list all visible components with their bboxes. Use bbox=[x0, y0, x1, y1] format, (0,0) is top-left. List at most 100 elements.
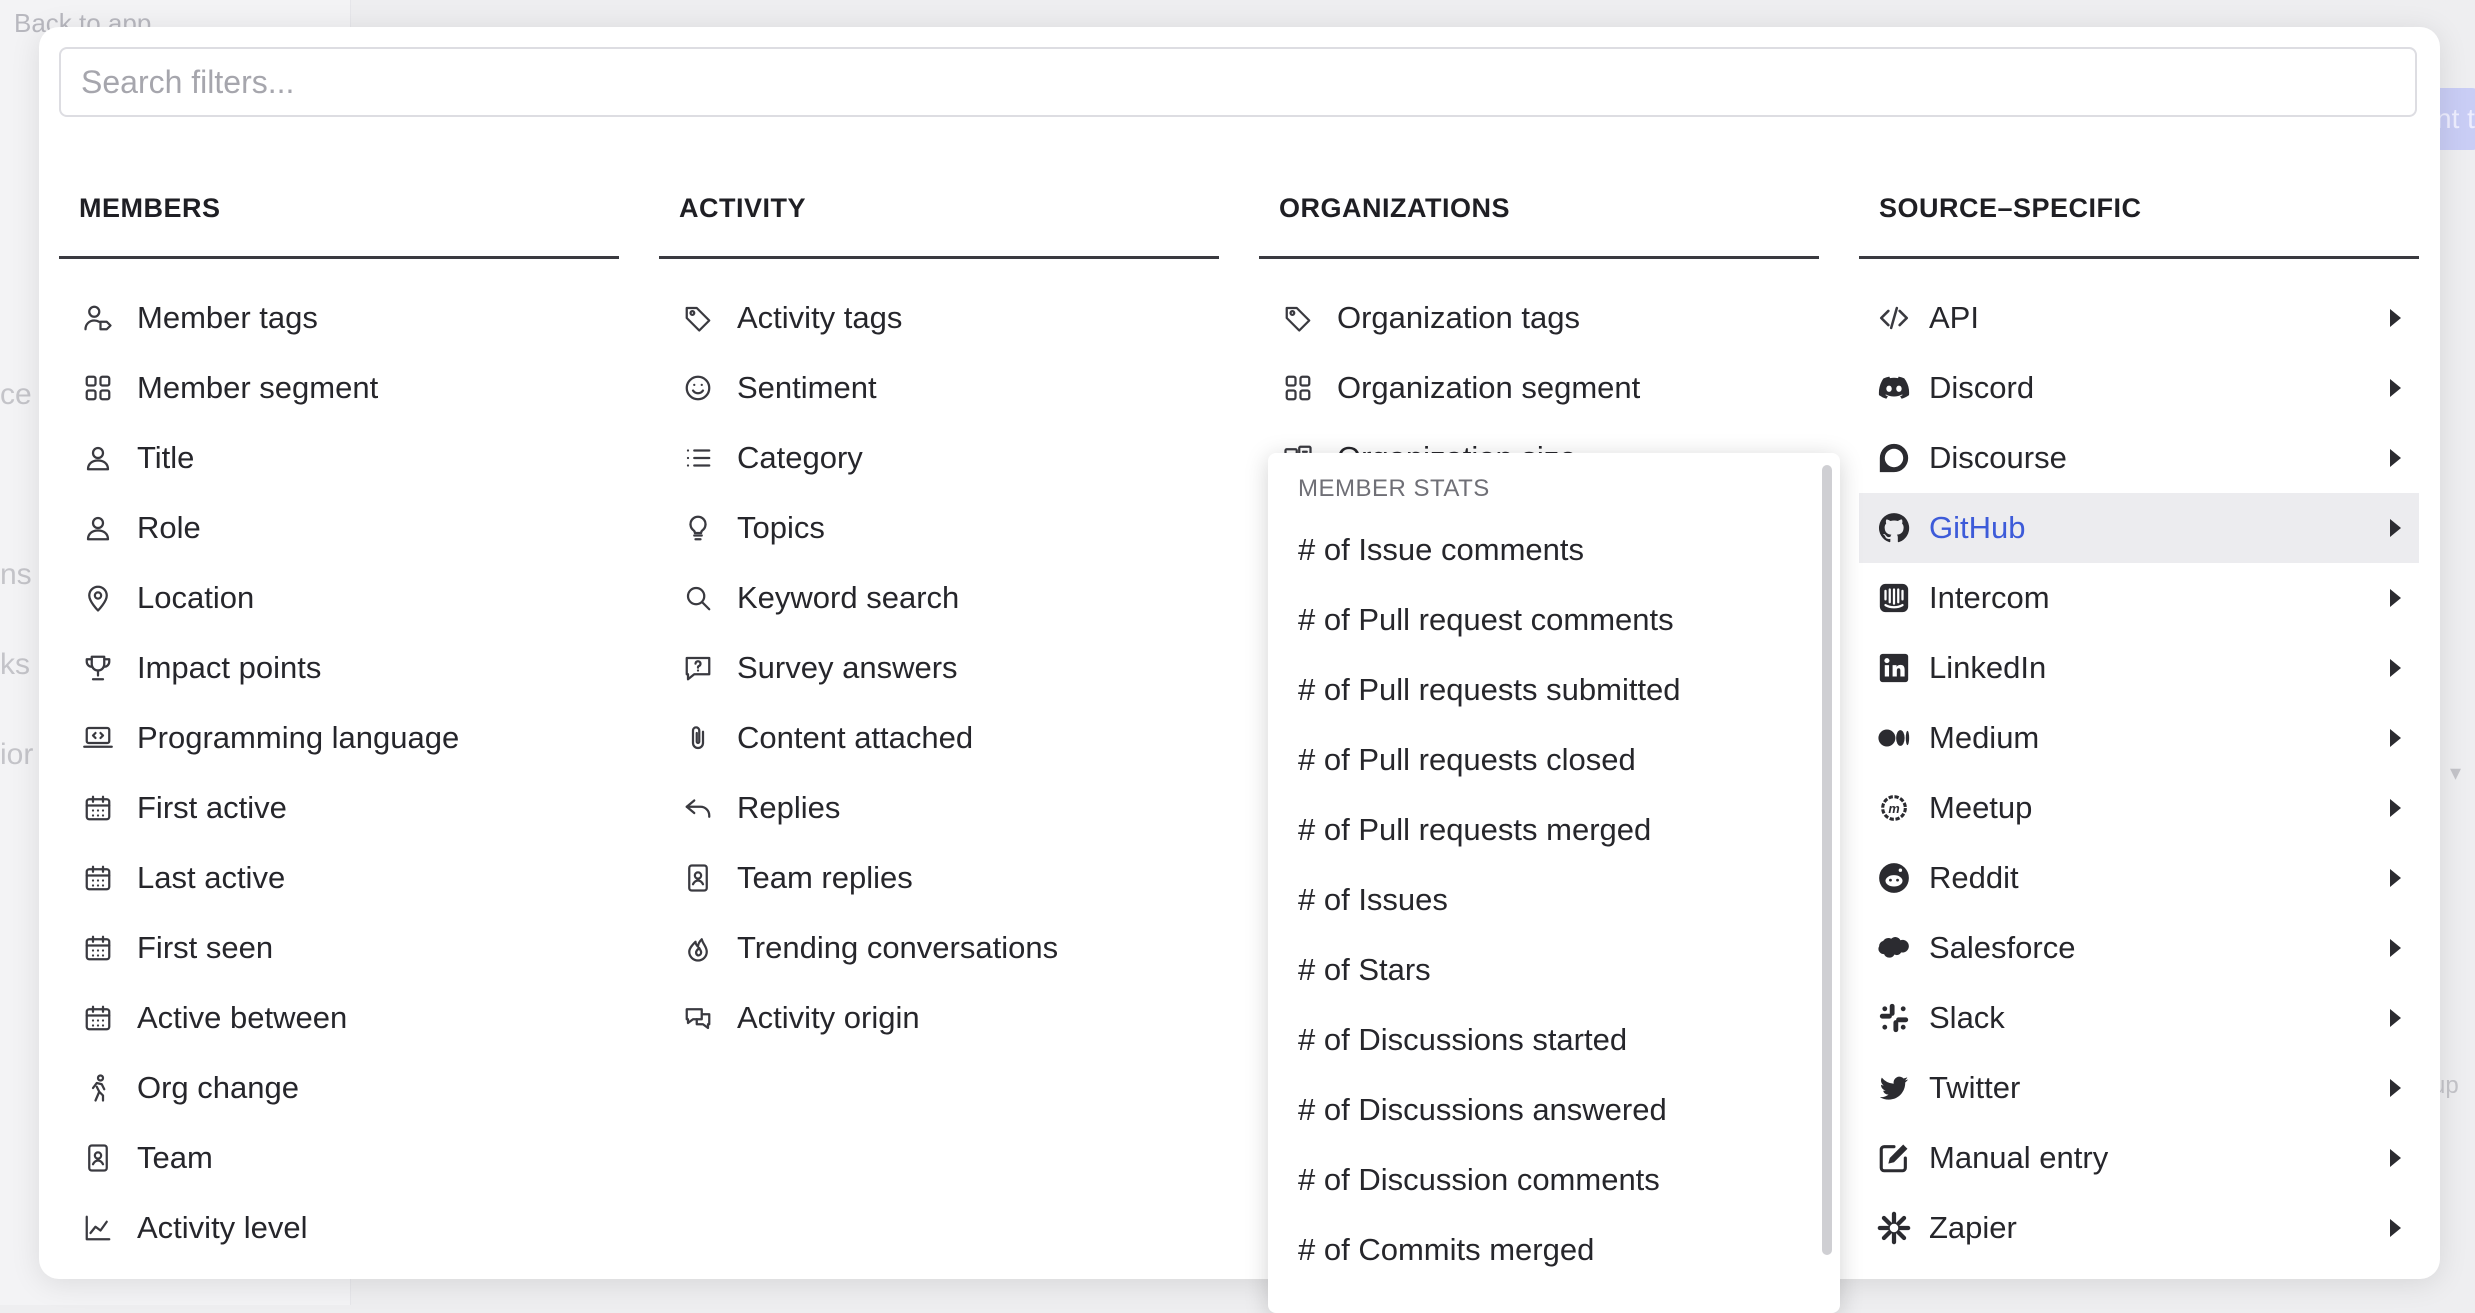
list-icon bbox=[683, 443, 713, 473]
activity-item-survey-answers[interactable]: Survey answers bbox=[659, 633, 1219, 703]
member-stats-option[interactable]: # of Commits merged bbox=[1268, 1215, 1840, 1285]
discourse-icon bbox=[1877, 441, 1911, 475]
linkedin-icon bbox=[1877, 651, 1911, 685]
members-item-impact-points[interactable]: Impact points bbox=[59, 633, 619, 703]
activity-item-activity-tags[interactable]: Activity tags bbox=[659, 283, 1219, 353]
source-item-slack[interactable]: Slack bbox=[1859, 983, 2419, 1053]
activity-item-sentiment[interactable]: Sentiment bbox=[659, 353, 1219, 423]
member-stats-option[interactable]: # of Pull requests submitted bbox=[1268, 655, 1840, 725]
slack-icon bbox=[1877, 1001, 1911, 1035]
svg-text:m: m bbox=[1888, 801, 1899, 816]
member-stats-option[interactable]: # of Pull requests merged bbox=[1268, 795, 1840, 865]
caret-right-icon bbox=[2390, 589, 2401, 607]
caret-right-icon bbox=[2390, 1009, 2401, 1027]
member-stats-option[interactable]: # of Discussion comments bbox=[1268, 1145, 1840, 1215]
activity-item-trending-conversations[interactable]: Trending conversations bbox=[659, 913, 1219, 983]
source-item-api[interactable]: API bbox=[1859, 283, 2419, 353]
member-stats-option[interactable]: # of Issue comments bbox=[1268, 515, 1840, 585]
fire-icon bbox=[683, 933, 713, 963]
members-item-label: Impact points bbox=[137, 650, 322, 685]
activity-item-activity-origin[interactable]: Activity origin bbox=[659, 983, 1219, 1053]
caret-right-icon bbox=[2390, 799, 2401, 817]
activity-item-label: Category bbox=[737, 440, 863, 475]
activity-item-label: Replies bbox=[737, 790, 841, 825]
caret-right-icon bbox=[2390, 449, 2401, 467]
source-item-medium[interactable]: Medium bbox=[1859, 703, 2419, 773]
member-stats-submenu: MEMBER STATS # of Issue comments # of Pul… bbox=[1268, 453, 1840, 1313]
meetup-icon: m bbox=[1877, 791, 1911, 825]
organizations-item-label: Organization tags bbox=[1337, 300, 1580, 335]
activity-item-keyword-search[interactable]: Keyword search bbox=[659, 563, 1219, 633]
activity-item-category[interactable]: Category bbox=[659, 423, 1219, 493]
badge-icon bbox=[83, 1143, 113, 1173]
members-item-location[interactable]: Location bbox=[59, 563, 619, 633]
activity-item-label: Team replies bbox=[737, 860, 913, 895]
members-item-label: Member tags bbox=[137, 300, 318, 335]
search-icon bbox=[683, 583, 713, 613]
members-heading: MEMBERS bbox=[59, 167, 619, 259]
caret-right-icon bbox=[2390, 309, 2401, 327]
source-item-label: LinkedIn bbox=[1929, 650, 2047, 685]
calendar-icon bbox=[83, 933, 113, 963]
members-item-member-tags[interactable]: Member tags bbox=[59, 283, 619, 353]
segment-grid-icon bbox=[1283, 373, 1313, 403]
activity-item-label: Activity origin bbox=[737, 1000, 920, 1035]
members-item-has-organization[interactable]: Has organization bbox=[59, 1263, 619, 1279]
member-stats-option[interactable]: # of Discussions started bbox=[1268, 1005, 1840, 1075]
members-item-first-active[interactable]: First active bbox=[59, 773, 619, 843]
activity-item-label: Keyword search bbox=[737, 580, 960, 615]
activity-item-replies[interactable]: Replies bbox=[659, 773, 1219, 843]
calendar-icon bbox=[83, 793, 113, 823]
caret-right-icon bbox=[2390, 939, 2401, 957]
source-item-discourse[interactable]: Discourse bbox=[1859, 423, 2419, 493]
zapier-icon bbox=[1877, 1211, 1911, 1245]
source-item-github[interactable]: GitHub bbox=[1859, 493, 2419, 563]
source-item-intercom[interactable]: Intercom bbox=[1859, 563, 2419, 633]
organizations-item-organization-segment[interactable]: Organization segment bbox=[1259, 353, 1819, 423]
members-item-programming-language[interactable]: Programming language bbox=[59, 703, 619, 773]
members-item-active-between[interactable]: Active between bbox=[59, 983, 619, 1053]
activity-item-topics[interactable]: Topics bbox=[659, 493, 1219, 563]
discord-icon bbox=[1877, 371, 1911, 405]
members-item-title[interactable]: Title bbox=[59, 423, 619, 493]
background-text-fragment: ks bbox=[0, 648, 30, 681]
activity-item-team-replies[interactable]: Team replies bbox=[659, 843, 1219, 913]
source-item-manual-entry[interactable]: Manual entry bbox=[1859, 1123, 2419, 1193]
reply-icon bbox=[683, 793, 713, 823]
organizations-column: ORGANIZATIONS Organization tags Organizat… bbox=[1259, 167, 1819, 493]
activity-item-label: Topics bbox=[737, 510, 825, 545]
source-item-discord[interactable]: Discord bbox=[1859, 353, 2419, 423]
chevron-down-icon: ▾ bbox=[2450, 760, 2462, 785]
member-stats-option[interactable]: # of Pull request comments bbox=[1268, 585, 1840, 655]
source-item-meetup[interactable]: m Meetup bbox=[1859, 773, 2419, 843]
members-item-activity-level[interactable]: Activity level bbox=[59, 1193, 619, 1263]
members-item-first-seen[interactable]: First seen bbox=[59, 913, 619, 983]
member-stats-heading: MEMBER STATS bbox=[1298, 475, 1490, 502]
members-item-member-segment[interactable]: Member segment bbox=[59, 353, 619, 423]
members-item-role[interactable]: Role bbox=[59, 493, 619, 563]
member-stats-option[interactable]: # of Issues bbox=[1268, 865, 1840, 935]
search-filters-input[interactable] bbox=[59, 47, 2417, 117]
members-item-team[interactable]: Team bbox=[59, 1123, 619, 1193]
members-item-label: Team bbox=[137, 1140, 213, 1175]
walking-person-icon bbox=[83, 1073, 113, 1103]
source-item-label: Salesforce bbox=[1929, 930, 2076, 965]
organizations-item-organization-tags[interactable]: Organization tags bbox=[1259, 283, 1819, 353]
member-stats-option[interactable]: # of Pull requests closed bbox=[1268, 725, 1840, 795]
members-item-label: Location bbox=[137, 580, 255, 615]
members-item-last-active[interactable]: Last active bbox=[59, 843, 619, 913]
source-item-label: Meetup bbox=[1929, 790, 2033, 825]
source-item-reddit[interactable]: Reddit bbox=[1859, 843, 2419, 913]
source-item-twitter[interactable]: Twitter bbox=[1859, 1053, 2419, 1123]
member-stats-option[interactable]: # of Stars bbox=[1268, 935, 1840, 1005]
activity-item-content-attached[interactable]: Content attached bbox=[659, 703, 1219, 773]
source-item-salesforce[interactable]: Salesforce bbox=[1859, 913, 2419, 983]
source-item-zapier[interactable]: Zapier bbox=[1859, 1193, 2419, 1263]
user-icon bbox=[83, 513, 113, 543]
activity-heading: ACTIVITY bbox=[659, 167, 1219, 259]
member-stats-option[interactable]: # of Discussions answered bbox=[1268, 1075, 1840, 1145]
source-item-label: Discourse bbox=[1929, 440, 2067, 475]
members-item-org-change[interactable]: Org change bbox=[59, 1053, 619, 1123]
submenu-scrollbar[interactable] bbox=[1822, 465, 1832, 1255]
source-item-linkedin[interactable]: LinkedIn bbox=[1859, 633, 2419, 703]
